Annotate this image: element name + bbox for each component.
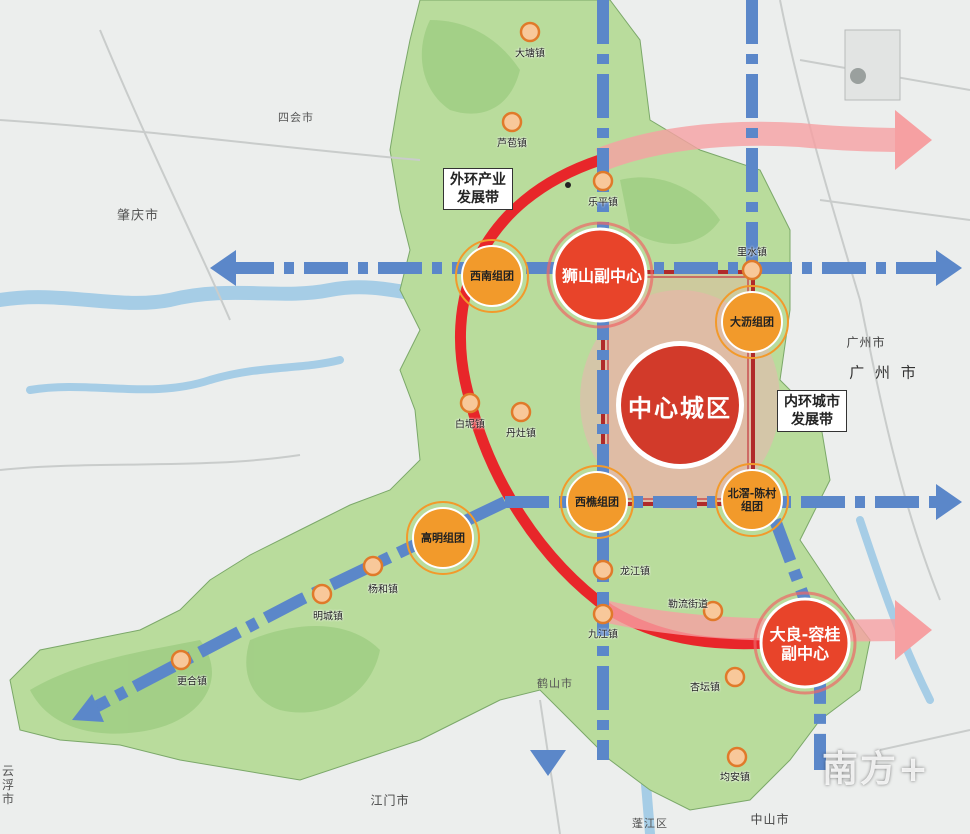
town-label-genghe: 更合镇 (177, 676, 207, 688)
cluster-gaoming-label: 高明组团 (421, 531, 465, 545)
town-marker-mingcheng (311, 583, 333, 605)
town-label-lubao: 芦苞镇 (497, 138, 527, 150)
cluster-xiqiao-label: 西樵组团 (575, 495, 619, 509)
town-label-danzao: 丹灶镇 (506, 428, 536, 440)
city-label-pengjiang: 蓬江区 (632, 817, 668, 830)
cluster-dali-label: 大沥组团 (730, 315, 774, 329)
town-marker-leping (592, 170, 614, 192)
town-marker-longjiang (592, 559, 614, 581)
town-label-datang: 大塘镇 (515, 48, 545, 60)
cluster-xinan-label: 西南组团 (470, 269, 514, 283)
outer-belt-callout: 外环产业 发展带 (443, 168, 513, 210)
city-label-zhongshan: 中山市 (750, 812, 790, 827)
city-label-guangzhou: 广 州 市 (849, 363, 919, 382)
outer-callout-dot (565, 182, 571, 188)
city-label-heshan: 鹤山市 (537, 677, 573, 690)
planning-map: 外环产业 发展带 内环城市 发展带 中心城区 狮山副中心 大良-容桂 副中心 西… (0, 0, 970, 834)
city-label-zhaoqing: 肇庆市 (116, 208, 160, 224)
town-label-junan: 均安镇 (720, 772, 750, 784)
city-label-jiangmen: 江门市 (370, 793, 410, 808)
town-marker-yanghe (362, 555, 384, 577)
town-marker-genghe (170, 649, 192, 671)
watermark-logo: 南方+ (822, 749, 931, 790)
subcenter-daliang-label: 大良-容桂 副中心 (769, 625, 841, 663)
cluster-beijiao-label: 北滘-陈村 组团 (727, 487, 777, 513)
town-marker-lishui (741, 259, 763, 281)
town-marker-xingtan (724, 666, 746, 688)
core-label: 中心城区 (628, 394, 732, 423)
town-label-baini: 白坭镇 (455, 419, 485, 431)
city-label-yunfu: 云浮市 (2, 764, 15, 806)
town-label-longjiang: 龙江镇 (620, 566, 650, 578)
town-label-mingcheng: 明城镇 (313, 611, 343, 623)
town-label-leliu: 勒流街道 (668, 599, 708, 611)
town-label-lishui: 里水镇 (737, 247, 767, 259)
inner-belt-callout: 内环城市 发展带 (777, 390, 847, 432)
city-label-guangzhou-small: 广州市 (846, 335, 886, 350)
town-marker-danzao (510, 401, 532, 423)
town-marker-jiujiang (592, 603, 614, 625)
town-label-jiujiang: 九江镇 (588, 629, 618, 641)
town-marker-lubao (501, 111, 523, 133)
town-marker-baini (459, 392, 481, 414)
town-label-leping: 乐平镇 (588, 197, 618, 209)
town-label-xingtan: 杏坛镇 (690, 682, 720, 694)
town-marker-datang (519, 21, 541, 43)
town-marker-junan (726, 746, 748, 768)
airport-icon (850, 68, 866, 84)
subcenter-shishan-label: 狮山副中心 (561, 266, 643, 286)
airport-area (844, 29, 901, 101)
town-label-yanghe: 杨和镇 (368, 584, 398, 596)
city-label-sihui: 四会市 (278, 111, 314, 124)
